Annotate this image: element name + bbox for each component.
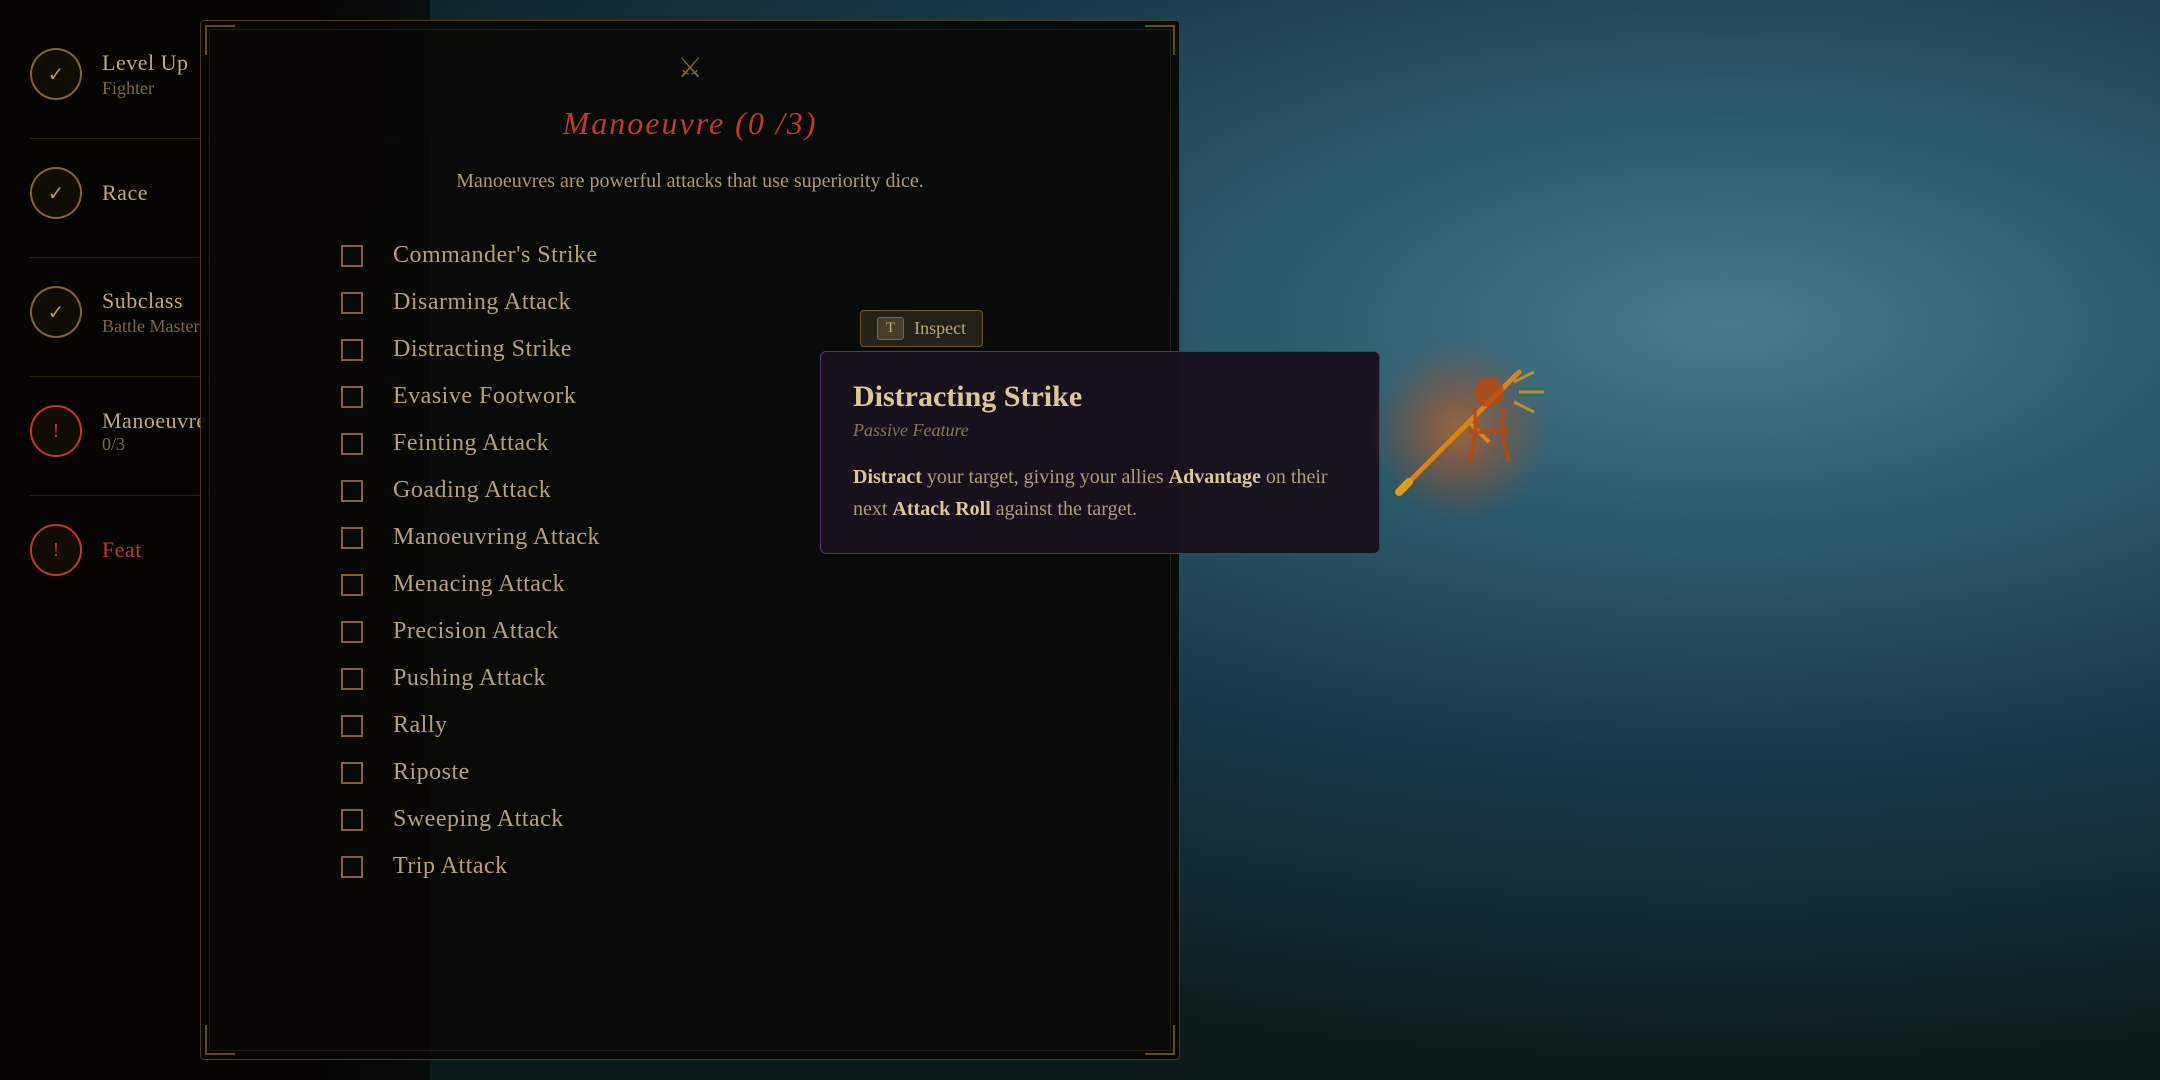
tooltip-desc-part-3: Advantage <box>1169 466 1261 488</box>
tooltip-box: Distracting Strike Passive Feature Distr… <box>820 351 1380 554</box>
ability-icon <box>1359 332 1559 532</box>
checkbox-precision-attack[interactable] <box>341 621 363 643</box>
item-label-evasive-footwork: Evasive Footwork <box>393 383 576 410</box>
item-label-trip-attack: Trip Attack <box>393 853 508 880</box>
list-item[interactable]: Commander's Strike <box>341 232 1039 279</box>
item-label-riposte: Riposte <box>393 759 470 786</box>
level-up-label: Level Up <box>102 50 188 76</box>
tooltip-desc-part-2: your target, giving your allies <box>927 466 1169 488</box>
tooltip-container: T Inspect D <box>820 310 1380 554</box>
inspect-badge: T Inspect <box>860 310 983 347</box>
list-item[interactable]: Precision Attack <box>341 608 1039 655</box>
item-label-commanders-strike: Commander's Strike <box>393 242 598 269</box>
list-item[interactable]: Sweeping Attack <box>341 796 1039 843</box>
subclass-text: Subclass Battle Master <box>102 288 199 337</box>
panel-description: Manoeuvres are powerful attacks that use… <box>261 166 1119 196</box>
panel-title: Manoeuvre (0 /3) <box>261 105 1119 142</box>
race-icon: ✓ <box>30 167 82 219</box>
tooltip-desc-part-5: Attack Roll <box>892 498 990 520</box>
checkbox-trip-attack[interactable] <box>341 856 363 878</box>
subclass-sublabel: Battle Master <box>102 316 199 337</box>
checkbox-goading-attack[interactable] <box>341 480 363 502</box>
checkbox-pushing-attack[interactable] <box>341 668 363 690</box>
feat-text: Feat <box>102 537 142 563</box>
item-label-feinting-attack: Feinting Attack <box>393 430 549 457</box>
item-label-precision-attack: Precision Attack <box>393 618 559 645</box>
feat-label: Feat <box>102 537 142 563</box>
checkbox-evasive-footwork[interactable] <box>341 386 363 408</box>
inspect-key: T <box>877 317 904 340</box>
item-label-distracting-strike: Distracting Strike <box>393 336 572 363</box>
feat-alert-icon: ! <box>30 524 82 576</box>
corner-decoration-tl <box>205 25 235 55</box>
checkbox-commanders-strike[interactable] <box>341 245 363 267</box>
item-label-manoeuvring-attack: Manoeuvring Attack <box>393 524 600 551</box>
manoeuvre-text: Manoeuvre 0/3 <box>102 408 207 455</box>
checkbox-rally[interactable] <box>341 715 363 737</box>
level-up-icon: ✓ <box>30 48 82 100</box>
corner-decoration-tr <box>1145 25 1175 55</box>
checkbox-riposte[interactable] <box>341 762 363 784</box>
tooltip-description: Distract your target, giving your allies… <box>853 461 1347 525</box>
checkbox-disarming-attack[interactable] <box>341 292 363 314</box>
list-item[interactable]: Riposte <box>341 749 1039 796</box>
item-label-rally: Rally <box>393 712 448 739</box>
checkbox-menacing-attack[interactable] <box>341 574 363 596</box>
subclass-icon: ✓ <box>30 286 82 338</box>
item-label-goading-attack: Goading Attack <box>393 477 551 504</box>
panel-top-icon: ⚔ <box>261 51 1119 85</box>
checkbox-distracting-strike[interactable] <box>341 339 363 361</box>
race-text: Race <box>102 180 148 206</box>
tooltip-desc-part-6: against the target. <box>996 498 1137 520</box>
item-label-sweeping-attack: Sweeping Attack <box>393 806 564 833</box>
item-label-pushing-attack: Pushing Attack <box>393 665 546 692</box>
tooltip-title: Distracting Strike <box>853 380 1347 414</box>
checkbox-manoeuvring-attack[interactable] <box>341 527 363 549</box>
list-item[interactable]: Trip Attack <box>341 843 1039 890</box>
checkbox-feinting-attack[interactable] <box>341 433 363 455</box>
manoeuvre-label: Manoeuvre <box>102 408 207 434</box>
list-item[interactable]: Menacing Attack <box>341 561 1039 608</box>
race-label: Race <box>102 180 148 206</box>
level-up-sublabel: Fighter <box>102 78 188 99</box>
level-up-text: Level Up Fighter <box>102 50 188 99</box>
corner-decoration-br <box>1145 1025 1175 1055</box>
list-item[interactable]: Rally <box>341 702 1039 749</box>
item-label-disarming-attack: Disarming Attack <box>393 289 571 316</box>
tooltip-desc-part-1: Distract <box>853 466 922 488</box>
item-label-menacing-attack: Menacing Attack <box>393 571 565 598</box>
subclass-label: Subclass <box>102 288 199 314</box>
tooltip-type: Passive Feature <box>853 420 1347 441</box>
inspect-label: Inspect <box>914 318 966 339</box>
manoeuvre-alert-icon: ! <box>30 405 82 457</box>
manoeuvre-count: 0/3 <box>102 434 207 455</box>
corner-decoration-bl <box>205 1025 235 1055</box>
checkbox-sweeping-attack[interactable] <box>341 809 363 831</box>
list-item[interactable]: Pushing Attack <box>341 655 1039 702</box>
